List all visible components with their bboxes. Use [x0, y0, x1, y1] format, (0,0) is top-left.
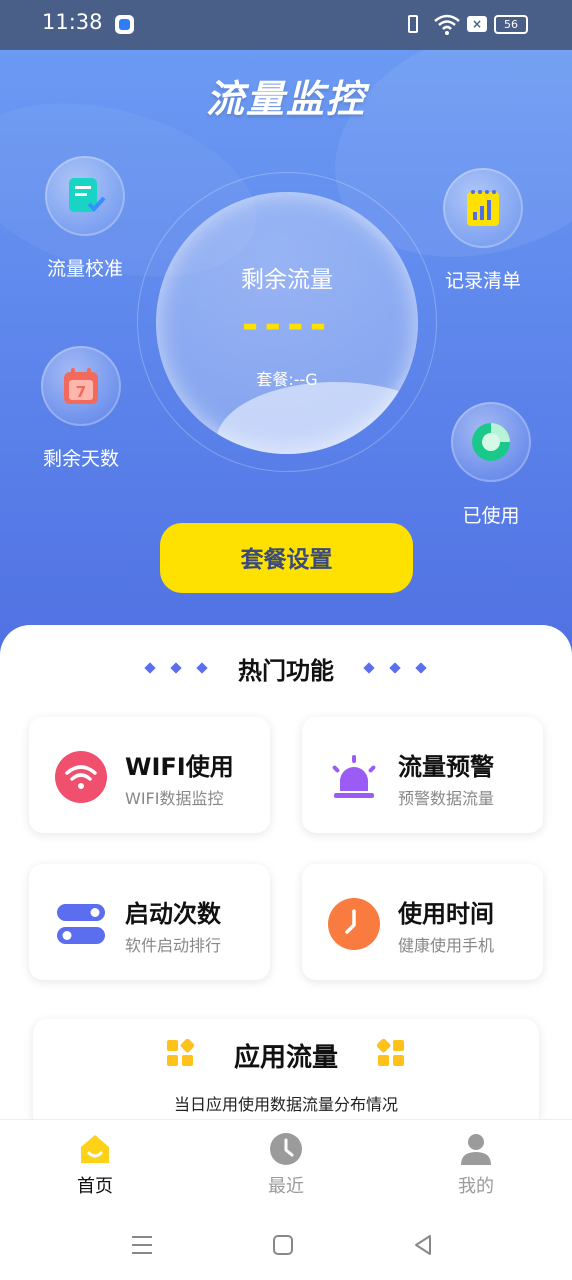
card-title: WIFI使用 [125, 753, 234, 781]
tab-home[interactable]: 首页 [45, 1132, 145, 1198]
toggle-icon [57, 904, 105, 944]
card-title: 启动次数 [125, 900, 221, 928]
plan-settings-button[interactable]: 套餐设置 [160, 523, 413, 593]
user-icon [461, 1134, 491, 1165]
wifi-status-icon [434, 14, 460, 35]
days-left-button[interactable]: 7 [41, 346, 121, 426]
records-label: 记录清单 [444, 270, 521, 292]
used-label: 已使用 [462, 505, 520, 527]
card-subtitle: 软件启动排行 [125, 936, 222, 955]
tab-label: 最近 [268, 1176, 304, 1197]
card-subtitle: 预警数据流量 [398, 789, 495, 808]
card-title: 使用时间 [398, 900, 494, 928]
vibrate-icon [408, 15, 418, 33]
calibrate-label: 流量校准 [46, 258, 123, 280]
records-chart-icon [467, 190, 499, 226]
clock-icon [328, 898, 380, 950]
hot-features-panel: 热门功能 WIFI使用 WIFI数据监控 流量预警 预警数据流量 启动次数 软件… [0, 625, 572, 1139]
traffic-meter: 剩余流量 ---- 套餐:--G [156, 192, 418, 454]
svg-text:7: 7 [76, 383, 86, 401]
plan-size: 套餐:--G [256, 370, 318, 389]
app-traffic-title: 应用流量 [233, 1043, 338, 1073]
battery-icon: 56 [494, 15, 528, 34]
sim-off-icon: × [467, 16, 487, 32]
pie-used-icon [472, 423, 510, 461]
app-traffic-subtitle: 当日应用使用数据流量分布情况 [173, 1095, 398, 1114]
system-nav-bar [0, 1210, 572, 1280]
used-button[interactable] [451, 402, 531, 482]
app-notification-icon [115, 15, 134, 34]
grid-icon [377, 1039, 404, 1066]
tab-label: 首页 [77, 1176, 113, 1197]
usage-time-card[interactable]: 使用时间 健康使用手机 [302, 864, 543, 980]
tab-recent[interactable]: 最近 [236, 1132, 336, 1198]
calendar-icon: 7 [64, 368, 98, 404]
wifi-usage-card[interactable]: WIFI使用 WIFI数据监控 [29, 717, 270, 833]
status-bar: 11:38 × 56 [0, 0, 572, 50]
records-button[interactable] [443, 168, 523, 248]
alarm-light-icon [332, 755, 376, 798]
page-title: 流量监控 [205, 77, 366, 121]
section-title: 热门功能 [238, 657, 334, 685]
card-subtitle: WIFI数据监控 [125, 789, 224, 808]
home-nav-icon[interactable] [272, 1234, 294, 1256]
meter-wave [216, 382, 418, 454]
days-left-label: 剩余天数 [42, 448, 119, 470]
menu-icon[interactable] [130, 1234, 154, 1256]
calibrate-doc-icon [69, 178, 106, 212]
hero-panel: 流量监控 流量校准 记录清单 7 剩余天数 已使用 剩余流量 ---- 套餐:-… [0, 50, 572, 690]
card-title: 流量预警 [398, 753, 494, 781]
remaining-label: 剩余流量 [241, 267, 333, 293]
home-icon [81, 1135, 109, 1163]
card-subtitle: 健康使用手机 [398, 936, 495, 955]
tab-mine[interactable]: 我的 [426, 1132, 526, 1198]
bottom-tab-bar: 首页 最近 我的 [0, 1120, 572, 1210]
remaining-value: ---- [241, 302, 333, 348]
back-icon[interactable] [412, 1234, 434, 1256]
tab-label: 我的 [458, 1176, 494, 1197]
launch-count-card[interactable]: 启动次数 软件启动排行 [29, 864, 270, 980]
status-time: 11:38 [42, 10, 103, 34]
wifi-icon [55, 751, 107, 803]
clock-tab-icon [270, 1133, 302, 1165]
calibrate-button[interactable] [45, 156, 125, 236]
traffic-alert-card[interactable]: 流量预警 预警数据流量 [302, 717, 543, 833]
